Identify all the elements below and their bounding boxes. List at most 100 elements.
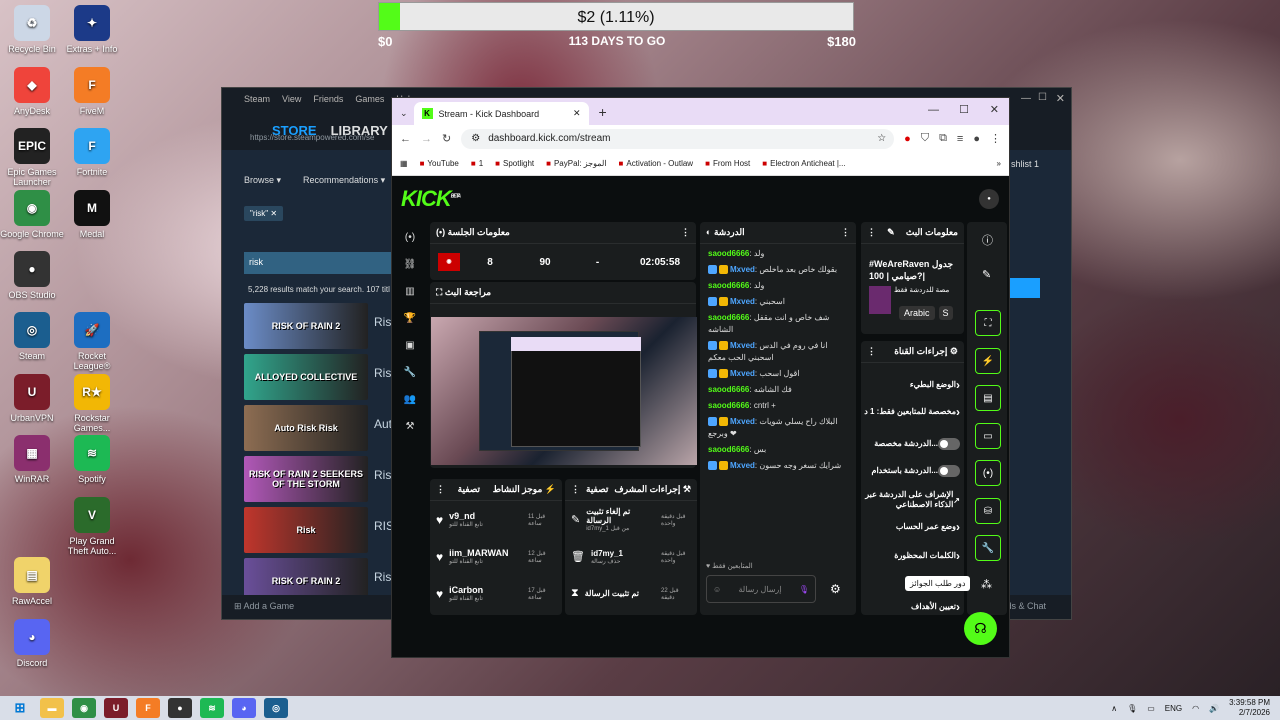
external-link-icon[interactable]: ↗: [953, 496, 960, 505]
maximize-icon[interactable]: ☐: [1038, 92, 1047, 103]
radio-icon[interactable]: (•): [975, 460, 1001, 486]
mod-action-row[interactable]: 🗑 id7my_1 حذف رسالة قبل دقيقة واحدة: [565, 538, 697, 575]
volume-icon[interactable]: 🔊: [1209, 704, 1219, 713]
file-explorer-icon[interactable]: ▬: [40, 698, 64, 718]
desktop-icon[interactable]: F Fortnite: [60, 128, 124, 177]
chrome-tab-kick[interactable]: K Stream - Kick Dashboard ✕: [413, 102, 589, 125]
stream-info-menu-icon[interactable]: ⋮: [867, 227, 876, 238]
bookmark-item[interactable]: ■ 1: [471, 159, 483, 168]
game-capsule[interactable]: RISK OF RAIN 2: [244, 303, 368, 349]
bookmarks-overflow-icon[interactable]: »: [997, 159, 1001, 168]
steam-menu-games[interactable]: Games: [355, 94, 384, 104]
discord-taskbar-icon[interactable]: ◕: [232, 698, 256, 718]
clock[interactable]: 3:39:58 PM 2/7/2026: [1229, 698, 1270, 718]
chat-message[interactable]: saood6666: فك الشاشه: [700, 382, 856, 398]
bookmark-item[interactable]: ■ PayPal: الموجز: [546, 159, 606, 168]
address-bar[interactable]: ⚙ dashboard.kick.com/stream ☆: [461, 128, 895, 149]
microphone-icon[interactable]: 🎙: [1127, 704, 1137, 713]
link-icon[interactable]: ⛓: [403, 259, 417, 273]
network-icon[interactable]: ▭: [1147, 704, 1155, 713]
desktop-icon[interactable]: U UrbanVPN: [0, 374, 64, 423]
game-capsule[interactable]: ALLOYED COLLECTIVE: [244, 354, 368, 400]
new-tab-icon[interactable]: +: [599, 104, 607, 120]
broadcast-icon[interactable]: (•): [403, 232, 417, 246]
game-capsule[interactable]: Risk: [244, 507, 368, 553]
mic-icon[interactable]: 🎙: [799, 585, 809, 594]
pencil-icon[interactable]: ✎: [982, 268, 991, 281]
chat-username[interactable]: saood6666: [708, 385, 749, 394]
activity-row[interactable]: ♥ iim_MARWAN تابع القناة للتو قبل 12 ساعة: [430, 538, 562, 575]
bookmark-item[interactable]: ■ Electron Anticheat |...: [762, 159, 845, 168]
chat-message[interactable]: saood6666: ولد: [700, 246, 856, 262]
tab-search-icon[interactable]: ⌄: [400, 108, 408, 119]
steam-search-input[interactable]: risk: [244, 252, 394, 274]
tray-chevron-icon[interactable]: ∧: [1111, 704, 1117, 713]
desktop-icon[interactable]: R★ Rockstar Games...: [60, 374, 124, 433]
tab-close-icon[interactable]: ✕: [573, 108, 581, 119]
activity-row[interactable]: ♥ iCarbon تابع القناة للتو قبل 17 ساعة: [430, 575, 562, 612]
wrench-tool-icon[interactable]: 🔧: [975, 535, 1001, 561]
chat-message[interactable]: Mxved: اسحبني: [700, 294, 856, 310]
document-icon[interactable]: ▤: [975, 385, 1001, 411]
back-icon[interactable]: ←: [400, 133, 411, 145]
desktop-icon[interactable]: ◎ Steam: [0, 312, 64, 361]
chat-username[interactable]: Mxved: [730, 417, 755, 426]
bookmark-item[interactable]: ■ From Host: [705, 159, 750, 168]
server-icon[interactable]: ⛁: [975, 498, 1001, 524]
chevron-right-icon[interactable]: ›: [956, 405, 960, 419]
chat-username[interactable]: Mxved: [730, 341, 755, 350]
user-avatar[interactable]: ●: [979, 189, 999, 209]
chat-settings-icon[interactable]: ⚙: [830, 582, 841, 596]
activity-feed-menu-icon[interactable]: ⋮: [436, 484, 445, 495]
minimize-icon[interactable]: —: [1021, 93, 1031, 104]
mod-actions-filter[interactable]: تصفية: [586, 484, 608, 495]
profile-icon[interactable]: ●: [973, 133, 980, 145]
add-game-button[interactable]: ⊞ Add a Game: [234, 601, 294, 611]
activity-row[interactable]: ♥ v9_nd تابع القناة للتو قبل 11 ساعة: [430, 501, 562, 538]
lightning-icon[interactable]: ⚡: [975, 348, 1001, 374]
channel-action-item[interactable]: الدردشة باستخدام...: [861, 465, 960, 477]
chat-message[interactable]: Mxved: اقول اسحب: [700, 366, 856, 382]
site-info-icon[interactable]: ⚙: [471, 133, 480, 144]
chat-message[interactable]: Mxved: انا في روم في الدس اسحبني الحب مع…: [700, 338, 856, 366]
channel-action-item[interactable]: وضع عمر الحساب ›: [861, 520, 960, 534]
tag-second[interactable]: S: [938, 306, 953, 320]
desktop-icon[interactable]: 🚀 Rocket League®: [60, 312, 124, 371]
reload-icon[interactable]: ↻: [442, 132, 451, 145]
desktop-icon[interactable]: V Play Grand Theft Auto...: [60, 497, 124, 556]
video-icon[interactable]: ▣: [403, 340, 417, 354]
channel-action-item[interactable]: الدردشة مخصصة...: [861, 438, 960, 450]
chat-input[interactable]: ☺ إرسال رسالة 🎙: [706, 575, 816, 603]
analytics-icon[interactable]: ▥: [403, 286, 417, 300]
chat-bubble-icon[interactable]: ▭: [975, 423, 1001, 449]
chrome-taskbar-icon[interactable]: ◉: [72, 698, 96, 718]
chevron-right-icon[interactable]: ›: [956, 378, 960, 392]
tools-icon[interactable]: ⚒: [403, 421, 417, 435]
chat-username[interactable]: Mxved: [730, 461, 755, 470]
chat-username[interactable]: Mxved: [730, 297, 755, 306]
chrome-close-icon[interactable]: ✕: [990, 103, 999, 116]
game-capsule[interactable]: Auto Risk Risk: [244, 405, 368, 451]
chrome-minimize-icon[interactable]: —: [928, 104, 939, 116]
spotify-taskbar-icon[interactable]: ≋: [200, 698, 224, 718]
bookmark-item[interactable]: ■ Activation - Outlaw: [619, 159, 694, 168]
chat-username[interactable]: saood6666: [708, 281, 749, 290]
mod-actions-menu-icon[interactable]: ⋮: [571, 484, 580, 495]
desktop-icon[interactable]: ✦ Extras + Info: [60, 5, 124, 54]
support-headset-icon[interactable]: ☊: [964, 612, 997, 645]
desktop-icon[interactable]: ≋ Spotify: [60, 435, 124, 484]
toggle-switch[interactable]: [938, 465, 960, 477]
desktop-icon[interactable]: ♻ Recycle Bin: [0, 5, 64, 54]
close-icon[interactable]: ✕: [1056, 92, 1065, 105]
desktop-icon[interactable]: M Medal: [60, 190, 124, 239]
chat-username[interactable]: Mxved: [730, 369, 755, 378]
desktop-icon[interactable]: EPIC Epic Games Launcher: [0, 128, 64, 187]
bookmark-item[interactable]: ■ Spotlight: [495, 159, 534, 168]
chrome-maximize-icon[interactable]: ☐: [959, 103, 969, 116]
wifi-icon[interactable]: ◠: [1192, 704, 1199, 713]
toggle-switch[interactable]: [938, 438, 960, 450]
game-capsule[interactable]: RISK OF RAIN 2 SEEKERS OF THE STORM: [244, 456, 368, 502]
trophy-icon[interactable]: 🏆: [403, 313, 417, 327]
steam-menu-view[interactable]: View: [282, 94, 301, 104]
start-icon[interactable]: ⊞: [8, 698, 32, 718]
